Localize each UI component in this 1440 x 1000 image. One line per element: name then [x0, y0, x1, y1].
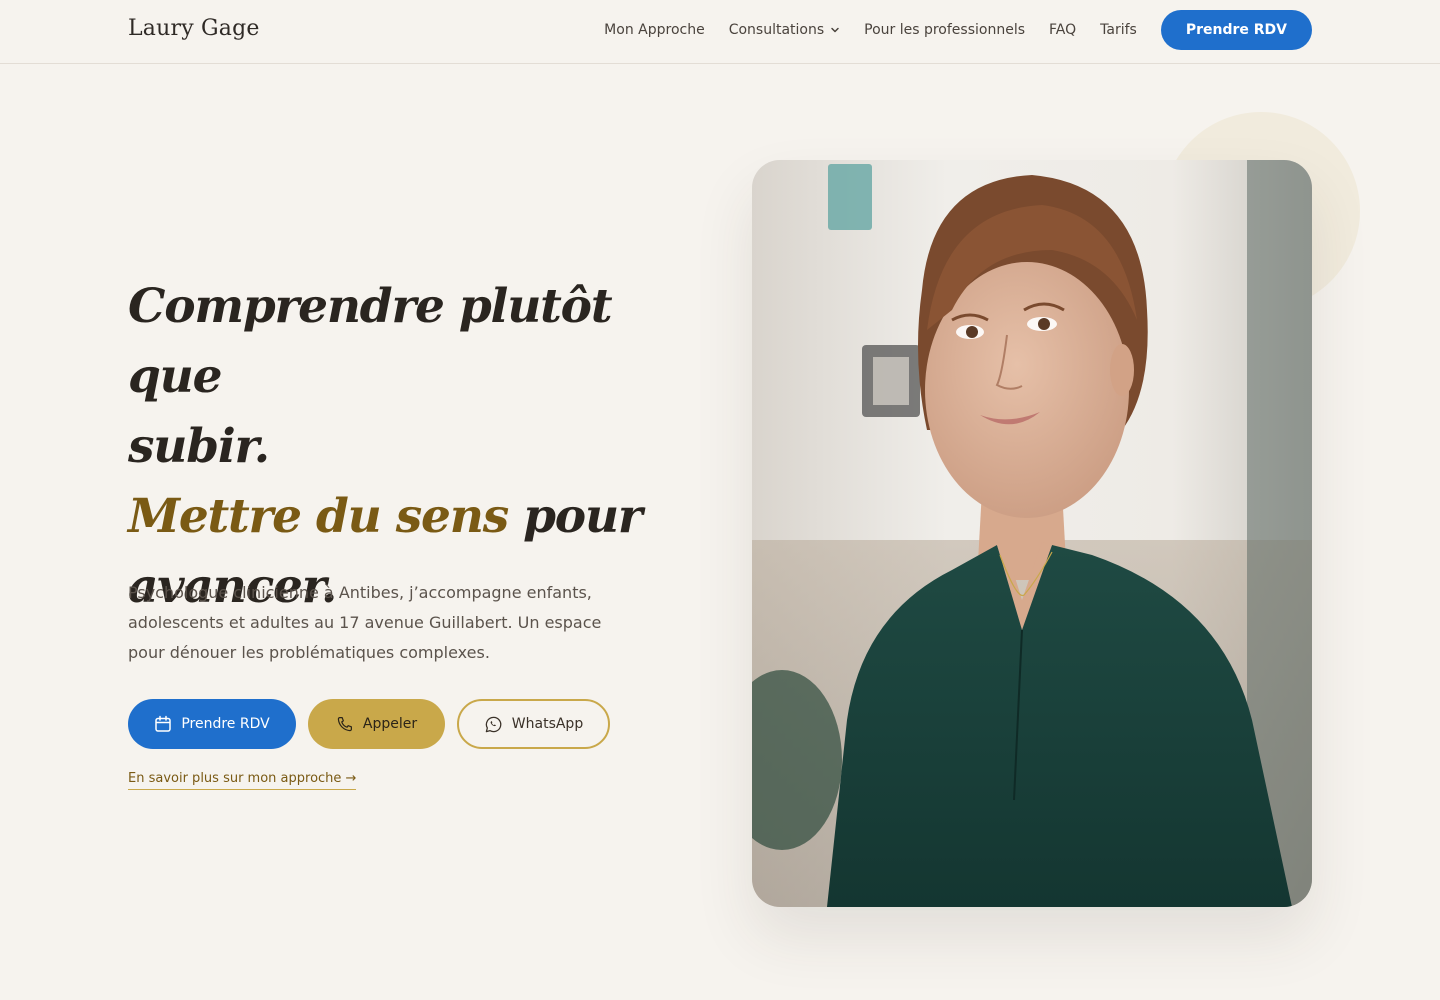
hero-rdv-button[interactable]: Prendre RDV	[128, 699, 296, 749]
call-button[interactable]: Appeler	[308, 699, 445, 749]
site-logo[interactable]: Laury Gage	[128, 16, 260, 41]
whatsapp-button[interactable]: WhatsApp	[457, 699, 610, 749]
phone-icon	[337, 717, 352, 732]
nav-item-faq[interactable]: FAQ	[1049, 22, 1076, 38]
hero-title: Comprendre plutôt que subir. Mettre du s…	[128, 272, 648, 622]
nav-item-mon-approche[interactable]: Mon Approche	[604, 22, 705, 38]
call-label: Appeler	[362, 716, 418, 732]
hero-title-line-1: Comprendre plutôt que	[128, 279, 613, 404]
header-rdv-button[interactable]: Prendre RDV	[1160, 10, 1312, 50]
main-nav: Mon Approche Consultations Pour les prof…	[580, 10, 1312, 50]
hero-title-line-3-rest: pour	[507, 489, 643, 544]
nav-item-consultations[interactable]: Consultations	[729, 22, 840, 38]
whatsapp-label: WhatsApp	[511, 716, 584, 732]
site-header: Laury Gage Mon Approche Consultations Po…	[0, 0, 1440, 64]
hero-description: Psychologue clinicienne à Antibes, j’acc…	[128, 583, 602, 662]
nav-item-consultations-label: Consultations	[728, 22, 825, 38]
hero-title-accent: Mettre du sens	[128, 489, 509, 544]
portrait-illustration	[752, 160, 1312, 907]
nav-item-tarifs[interactable]: Tarifs	[1100, 22, 1137, 38]
hero-rdv-label: Prendre RDV	[181, 716, 270, 732]
calendar-icon	[155, 715, 172, 732]
chevron-down-icon	[831, 27, 839, 33]
hero-actions: Prendre RDV Appeler WhatsApp	[128, 699, 610, 749]
hero-title-line-3: Mettre du sens pour	[128, 482, 648, 552]
learn-more-link[interactable]: En savoir plus sur mon approche →	[128, 771, 357, 790]
portrait-photo	[752, 160, 1312, 907]
nav-item-professionnels[interactable]: Pour les professionnels	[864, 22, 1025, 38]
whatsapp-icon	[485, 716, 502, 732]
hero-title-line-2: subir.	[128, 419, 270, 474]
